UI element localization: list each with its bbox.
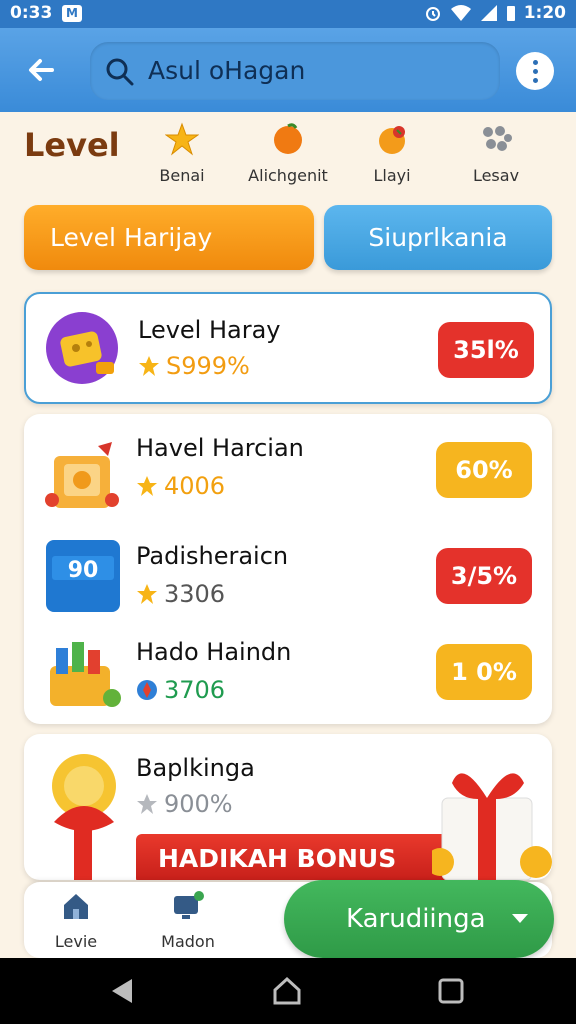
nav-label: Levie [54, 932, 98, 951]
bonus-banner[interactable]: HADIKAH BONUS [136, 834, 468, 880]
cta-label: Karudiinga [346, 904, 486, 934]
gift-box-icon [432, 773, 552, 880]
cheese-puzzle-icon [46, 312, 118, 384]
gift-bag-icon [45, 442, 119, 508]
tab-siuprlkania[interactable]: Siuprlkania [324, 205, 552, 270]
shopping-basket-icon [50, 642, 121, 707]
home-button-icon[interactable] [272, 976, 302, 1006]
category-label: Lesav [472, 166, 520, 185]
reward-list-card: Havel Harcian 4006 60% 90 Padisheraicn 3… [24, 414, 552, 724]
list-item[interactable]: Havel Harcian 4006 60% [24, 424, 552, 524]
item-name: Havel Harcian [136, 434, 304, 462]
nav-item-madon[interactable]: Madon [148, 890, 228, 951]
item-name: Baplkinga [136, 754, 255, 782]
nav-item-home[interactable]: Levie [36, 890, 116, 951]
gem-icon [137, 680, 157, 700]
category-label: Alichgenit [248, 166, 328, 185]
item-meta: 3706 [136, 676, 225, 704]
more-options-button[interactable] [516, 52, 554, 90]
star-icon [137, 794, 157, 814]
status-time: 0:33 [10, 3, 53, 23]
nav-label: Madon [161, 932, 215, 951]
more-dot [532, 69, 538, 74]
category-alichgenit[interactable]: Alichgenit [238, 122, 338, 185]
item-name: Padisheraicn [136, 542, 289, 570]
item-meta: 4006 [136, 472, 225, 500]
item-value: 900% [164, 790, 233, 818]
gift-coin-icon [52, 754, 116, 880]
svg-text:90: 90 [68, 558, 99, 583]
item-meta: 900% [136, 790, 233, 818]
back-triangle-icon[interactable] [108, 976, 138, 1006]
item-value: 3306 [164, 580, 226, 608]
status-bar: 0:33 M 1:20 [0, 0, 576, 28]
battery-icon [506, 6, 515, 21]
reward-card[interactable]: Level Haray S999% 35l% [24, 292, 552, 404]
item-name: Level Haray [138, 316, 281, 344]
category-lesav[interactable]: Lesav [446, 122, 546, 185]
tab-level-harijay[interactable]: Level Harijay [24, 205, 314, 270]
back-button[interactable] [22, 50, 62, 90]
item-value: 3706 [164, 676, 226, 704]
list-item[interactable]: 90 Padisheraicn 3306 3/5% [24, 532, 552, 632]
more-dot [532, 60, 538, 65]
apple-icon [379, 126, 405, 154]
list-item[interactable]: Level Haray S999% 35l% [26, 294, 550, 394]
star-icon [139, 356, 159, 376]
wifi-icon [450, 5, 471, 21]
percent-badge[interactable]: 3/5% [436, 548, 532, 604]
search-icon [106, 58, 134, 86]
star-icon [164, 122, 200, 156]
list-item[interactable]: Hado Haindn 3706 1 0% [24, 628, 552, 724]
star-icon [137, 476, 157, 496]
app-bar: Asul oHagan [0, 28, 576, 112]
back-arrow-icon [29, 59, 54, 81]
alarm-icon [425, 7, 440, 21]
orange-fruit-icon [274, 123, 302, 154]
item-value: S999% [166, 352, 250, 380]
percent-badge[interactable]: 1 0% [436, 644, 532, 700]
dots-cluster-icon [483, 126, 512, 151]
system-navigation-bar [0, 958, 576, 1024]
category-benai[interactable]: Benai [132, 122, 232, 185]
bonus-card[interactable]: Baplkinga 900% HADIKAH BONUS [24, 734, 552, 880]
percent-badge[interactable]: 60% [436, 442, 532, 498]
item-meta: S999% [138, 352, 250, 380]
monitor-icon [174, 891, 204, 919]
item-value: 4006 [164, 472, 226, 500]
category-llayi[interactable]: Llayi [342, 122, 442, 185]
signal-icon [480, 5, 497, 21]
status-icons: 1:20 [424, 3, 566, 23]
level-title: Level [24, 126, 120, 164]
chevron-down-icon [512, 914, 528, 923]
recents-icon[interactable] [436, 976, 466, 1006]
category-label: Llayi [373, 166, 411, 185]
coupon-ticket-icon: 90 [46, 540, 120, 612]
search-field[interactable]: Asul oHagan [90, 42, 500, 100]
search-query: Asul oHagan [148, 56, 306, 85]
category-label: Benai [159, 166, 205, 185]
more-dot [532, 78, 538, 83]
star-icon [137, 584, 157, 604]
percent-badge[interactable]: 35l% [438, 322, 534, 378]
karudiinga-button[interactable]: Karudiinga [284, 880, 554, 958]
notification-icon: M [62, 5, 82, 22]
item-name: Hado Haindn [136, 638, 292, 666]
home-icon [64, 894, 88, 919]
status-clock: 1:20 [523, 3, 566, 23]
item-meta: 3306 [136, 580, 225, 608]
